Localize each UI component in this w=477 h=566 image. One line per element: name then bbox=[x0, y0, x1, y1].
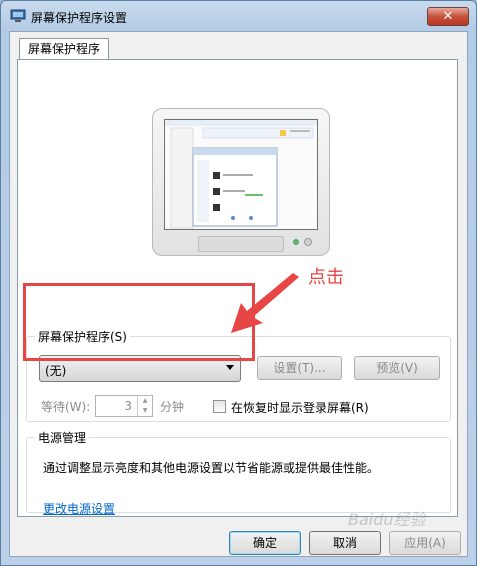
annotation-arrow-icon bbox=[231, 273, 299, 333]
apply-button[interactable]: 应用(A) bbox=[389, 531, 461, 555]
power-led bbox=[293, 239, 299, 245]
power-group: 电源管理 通过调整显示亮度和其他电源设置以节省能源或提供最佳性能。 更改电源设置 bbox=[26, 429, 451, 516]
cancel-button[interactable]: 取消 bbox=[309, 531, 381, 555]
screensaver-select-value: (无) bbox=[45, 364, 67, 378]
stepper-buttons[interactable]: ▲ ▼ bbox=[137, 396, 152, 416]
watermark: Baidu经验 bbox=[348, 510, 426, 529]
title-bar[interactable]: 屏幕保护程序设置 ✕ bbox=[1, 1, 476, 31]
wait-stepper[interactable]: 3 ▲ ▼ bbox=[95, 395, 153, 417]
arrow-up-icon[interactable]: ▲ bbox=[138, 396, 152, 406]
arrow-down-icon[interactable]: ▼ bbox=[138, 406, 152, 416]
wait-unit-label: 分钟 bbox=[160, 400, 185, 414]
resume-login-checkbox[interactable] bbox=[213, 400, 226, 413]
settings-button[interactable]: 设置(T)... bbox=[257, 356, 342, 380]
chevron-down-icon bbox=[226, 365, 234, 370]
screensaver-settings-window: 屏幕保护程序设置 ✕ 屏幕保护程序 屏幕保护程序(S) (无) 设置(T)...… bbox=[0, 0, 477, 566]
monitor-button bbox=[304, 238, 312, 246]
ok-button[interactable]: 确定 bbox=[229, 531, 301, 555]
app-icon bbox=[10, 9, 26, 22]
tab-screensaver[interactable]: 屏幕保护程序 bbox=[19, 38, 109, 60]
wait-value: 3 bbox=[124, 399, 132, 413]
wait-label: 等待(W): bbox=[41, 400, 91, 414]
window-title: 屏幕保护程序设置 bbox=[31, 11, 128, 25]
monitor-base bbox=[198, 236, 284, 252]
change-power-settings-link[interactable]: 更改电源设置 bbox=[43, 500, 115, 517]
close-button[interactable]: ✕ bbox=[427, 7, 469, 26]
preview-screen bbox=[164, 119, 318, 230]
monitor-preview bbox=[152, 108, 330, 256]
power-group-label: 电源管理 bbox=[35, 429, 90, 446]
desktop-thumbnail bbox=[165, 120, 317, 229]
annotation-highlight-box bbox=[23, 283, 255, 361]
annotation-text: 点击 bbox=[308, 267, 344, 288]
resume-login-label[interactable]: 在恢复时显示登录屏幕(R) bbox=[231, 399, 369, 416]
preview-button[interactable]: 预览(V) bbox=[354, 356, 440, 380]
power-description: 通过调整显示亮度和其他电源设置以节省能源或提供最佳性能。 bbox=[43, 461, 380, 475]
